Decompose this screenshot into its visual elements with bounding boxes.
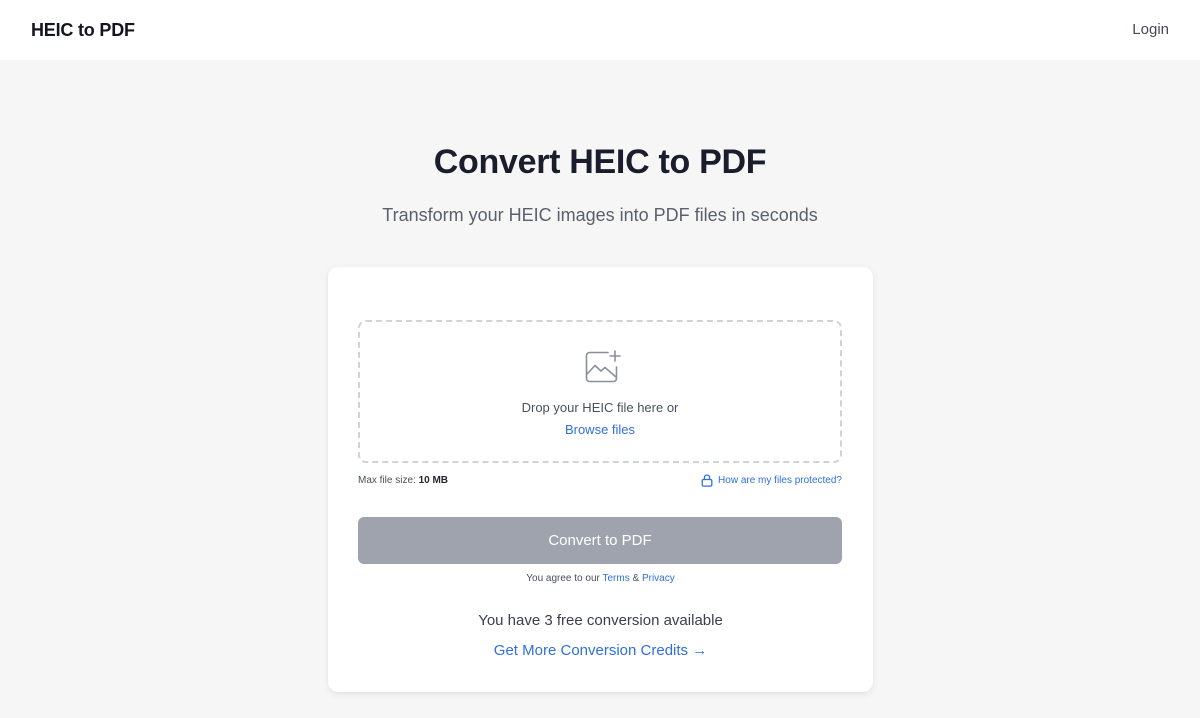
- convert-to-pdf-button[interactable]: Convert to PDF: [358, 517, 842, 564]
- page-title: Convert HEIC to PDF: [433, 143, 767, 181]
- lock-icon: [701, 474, 713, 487]
- terms-notice: You agree to our Terms & Privacy: [328, 573, 873, 584]
- brand-logo[interactable]: HEIC to PDF: [31, 20, 135, 41]
- dropzone-instruction: Drop your HEIC file here or: [521, 400, 679, 415]
- upload-meta-row: Max file size: 10 MB How are my files pr…: [358, 474, 842, 490]
- free-conversions-text: You have 3 free conversion available: [478, 612, 723, 629]
- file-dropzone[interactable]: Drop your HEIC file here or Browse files: [358, 320, 842, 463]
- max-size-value: 10 MB: [418, 475, 449, 486]
- get-more-credits-link[interactable]: Get More Conversion Credits →: [494, 642, 707, 659]
- browse-files-link[interactable]: Browse files: [565, 422, 635, 437]
- browse-files-row: Browse files: [360, 422, 840, 437]
- files-protected-label: How are my files protected?: [718, 475, 842, 486]
- terms-link[interactable]: Terms: [602, 573, 629, 584]
- page-subtitle: Transform your HEIC images into PDF file…: [382, 205, 818, 225]
- top-navbar: HEIC to PDF Login: [0, 0, 1200, 60]
- max-file-size: Max file size: 10 MB: [358, 475, 448, 486]
- files-protected-link[interactable]: How are my files protected?: [701, 474, 842, 487]
- terms-prefix: You agree to our: [526, 573, 600, 584]
- max-size-label: Max file size:: [358, 475, 416, 486]
- terms-separator: &: [632, 573, 640, 584]
- more-credits-row: Get More Conversion Credits →: [328, 642, 873, 659]
- login-link[interactable]: Login: [1132, 21, 1169, 38]
- image-add-icon: [585, 350, 621, 383]
- privacy-link[interactable]: Privacy: [642, 573, 675, 584]
- converter-card: Drop your HEIC file here or Browse files…: [328, 267, 873, 692]
